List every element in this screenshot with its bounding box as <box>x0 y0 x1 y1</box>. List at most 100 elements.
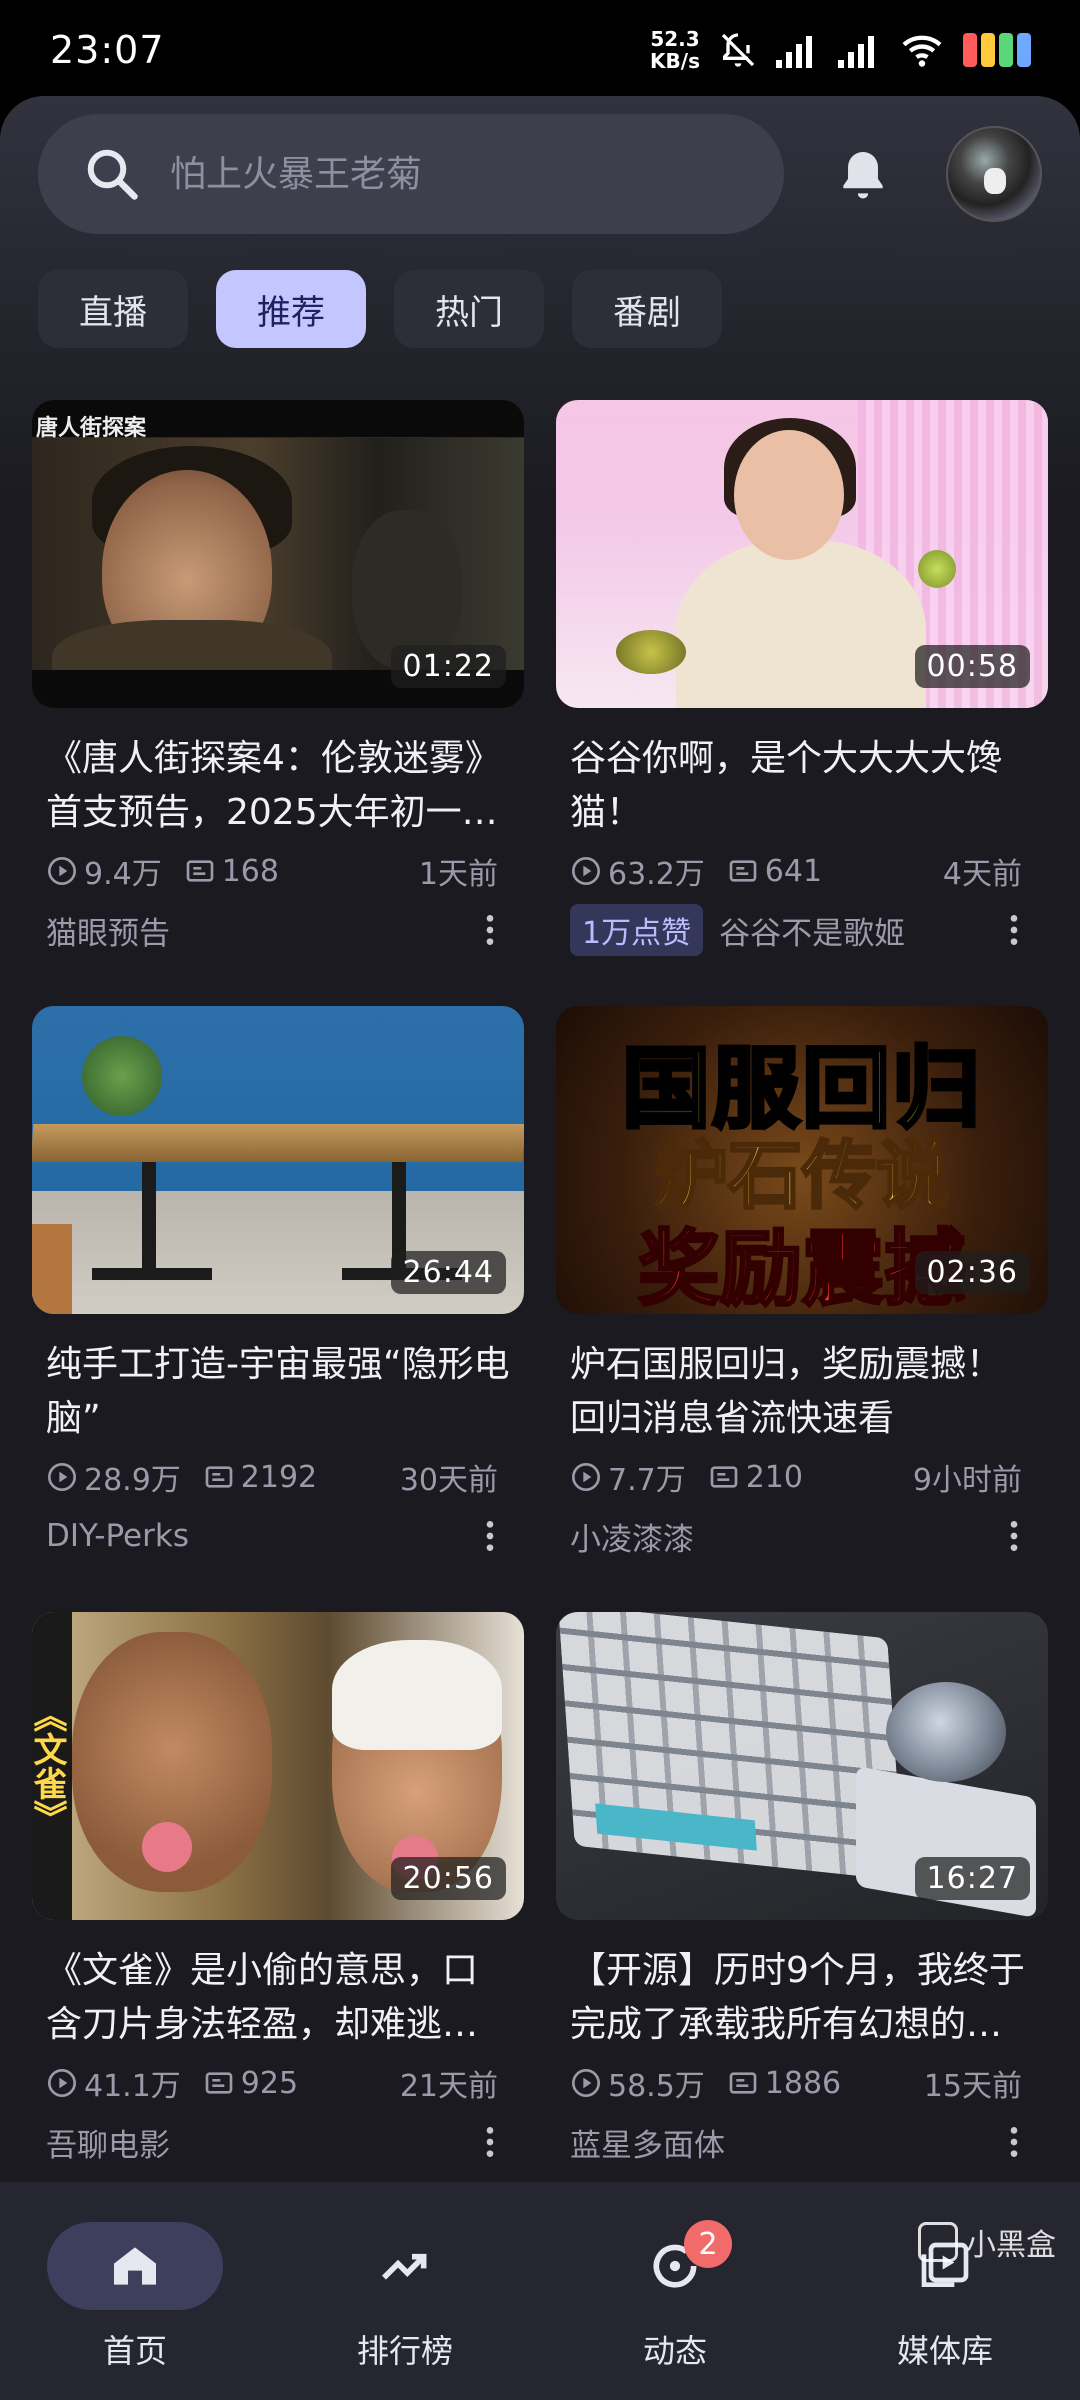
video-duration: 20:56 <box>390 1857 506 1900</box>
video-stats: 28.9万 2192 30天前 <box>32 1454 524 1500</box>
danmaku-icon <box>710 1466 738 1488</box>
more-options-icon[interactable] <box>994 2122 1034 2162</box>
app-surface: 直播 推荐 热门 番剧 唐人街探案 01:22 《唐人街探案4：伦敦迷雾》首支预… <box>0 96 1080 2400</box>
view-count: 7.7万 <box>608 1463 686 1498</box>
search-row <box>38 112 1042 236</box>
status-icons: 52.3 KB/s <box>650 28 1034 72</box>
video-title[interactable]: 纯手工打造-宇宙最强“隐形电脑” <box>32 1338 524 1446</box>
net-speed-unit: KB/s <box>650 49 700 73</box>
video-thumbnail[interactable]: 26:44 <box>32 1006 524 1314</box>
publish-time: 15天前 <box>923 2069 1022 2104</box>
comment-count: 210 <box>745 1459 803 1495</box>
author-name[interactable]: 小凌漆漆 <box>570 1514 694 1559</box>
video-thumbnail[interactable]: 唐人街探案 01:22 <box>32 400 524 708</box>
nav-ranking-pill <box>317 2222 493 2310</box>
tab-live[interactable]: 直播 <box>38 270 188 348</box>
search-input[interactable] <box>170 153 750 195</box>
watermark: 小黑盒 <box>918 2220 1056 2264</box>
view-count: 9.4万 <box>84 857 162 892</box>
video-stats: 58.5万 1886 15天前 <box>556 2060 1048 2106</box>
nav-home[interactable]: 首页 <box>0 2182 270 2400</box>
publish-time: 30天前 <box>399 1463 498 1498</box>
comment-count: 2192 <box>240 1459 318 1495</box>
author-row: DIY-Perks <box>32 1508 524 1564</box>
nav-library[interactable]: 媒体库 <box>810 2182 1080 2400</box>
video-stats: 41.1万 925 21天前 <box>32 2060 524 2106</box>
status-bar: 23:07 52.3 KB/s <box>0 0 1080 100</box>
play-count-icon <box>48 857 76 885</box>
video-title[interactable]: 《文雀》是小偷的意思，口含刀片身法轻盈，却难逃命运 <box>32 1944 524 2052</box>
video-card[interactable]: 26:44 纯手工打造-宇宙最强“隐形电脑” 28.9万 2192 30天前 D… <box>32 1006 524 1612</box>
nav-library-label: 媒体库 <box>896 2332 993 2370</box>
video-card[interactable]: 《文雀》 20:56 《文雀》是小偷的意思，口含刀片身法轻盈，却难逃命运 41.… <box>32 1612 524 2218</box>
video-title[interactable]: 【开源】历时9个月，我终于完成了承载我所有幻想的键盘 <box>556 1944 1048 2052</box>
video-stats: 7.7万 210 9小时前 <box>556 1454 1048 1500</box>
likes-badge: 1万点赞 <box>570 904 704 956</box>
danmaku-icon <box>205 2072 233 2094</box>
signal-icon <box>838 36 874 68</box>
video-title[interactable]: 炉石国服回归，奖励震撼！回归消息省流快速看 <box>556 1338 1048 1446</box>
author-name[interactable]: 蓝星多面体 <box>570 2120 725 2165</box>
video-duration: 00:58 <box>914 645 1030 688</box>
author-name[interactable]: DIY-Perks <box>46 1518 189 1554</box>
author-name[interactable]: 猫眼预告 <box>46 908 170 953</box>
author-name[interactable]: 吾聊电影 <box>46 2120 170 2165</box>
video-title[interactable]: 《唐人街探案4：伦敦迷雾》首支预告，2025大年初一上映 <box>32 732 524 840</box>
comment-count: 168 <box>221 853 279 889</box>
net-speed-value: 52.3 <box>650 27 700 51</box>
video-title[interactable]: 谷谷你啊，是个大大大大馋猫！ <box>556 732 1048 840</box>
battery-icon <box>963 33 1031 67</box>
video-thumbnail[interactable]: 16:27 <box>556 1612 1048 1920</box>
tab-recommended[interactable]: 推荐 <box>216 270 366 348</box>
nav-ranking[interactable]: 排行榜 <box>270 2182 540 2400</box>
video-duration: 16:27 <box>914 1857 1030 1900</box>
avatar[interactable] <box>946 126 1042 222</box>
view-count: 41.1万 <box>84 2069 181 2104</box>
author-row: 小凌漆漆 <box>556 1508 1048 1564</box>
play-count-icon <box>48 1463 76 1491</box>
thumbnail-logo-text: 唐人街探案 <box>36 416 147 441</box>
play-count-icon <box>572 2069 600 2097</box>
more-options-icon[interactable] <box>994 910 1034 950</box>
video-thumbnail[interactable]: 国服回归 炉石传说 奖励震撼 02:36 <box>556 1006 1048 1314</box>
play-count-icon <box>48 2069 76 2097</box>
play-count-icon <box>572 1463 600 1491</box>
more-options-icon[interactable] <box>470 910 510 950</box>
tab-popular[interactable]: 热门 <box>394 270 544 348</box>
video-card[interactable]: 16:27 【开源】历时9个月，我终于完成了承载我所有幻想的键盘 58.5万 1… <box>556 1612 1048 2218</box>
publish-time: 21天前 <box>399 2069 498 2104</box>
watermark-text: 小黑盒 <box>966 2228 1056 2263</box>
nav-home-pill <box>47 2222 223 2310</box>
video-card[interactable]: 唐人街探案 01:22 《唐人街探案4：伦敦迷雾》首支预告，2025大年初一上映… <box>32 400 524 1006</box>
author-row: 吾聊电影 <box>32 2114 524 2170</box>
video-thumbnail[interactable]: 《文雀》 20:56 <box>32 1612 524 1920</box>
nav-activity-label: 动态 <box>642 2332 707 2370</box>
nav-ranking-label: 排行榜 <box>356 2332 453 2370</box>
bell-icon[interactable] <box>832 143 894 205</box>
publish-time: 1天前 <box>418 857 498 892</box>
nav-home-label: 首页 <box>102 2332 167 2370</box>
search-icon[interactable] <box>82 144 142 204</box>
video-card[interactable]: 国服回归 炉石传说 奖励震撼 02:36 炉石国服回归，奖励震撼！回归消息省流快… <box>556 1006 1048 1612</box>
signal-icon <box>776 36 812 68</box>
status-time: 23:07 <box>50 28 165 72</box>
video-duration: 02:36 <box>914 1251 1030 1294</box>
publish-time: 4天前 <box>942 857 1022 892</box>
more-options-icon[interactable] <box>470 2122 510 2162</box>
more-options-icon[interactable] <box>470 1516 510 1556</box>
nav-activity[interactable]: 2 动态 <box>540 2182 810 2400</box>
search-box[interactable] <box>38 114 784 234</box>
video-feed: 唐人街探案 01:22 《唐人街探案4：伦敦迷雾》首支预告，2025大年初一上映… <box>32 400 1048 2218</box>
home-icon <box>114 2247 156 2285</box>
category-tabs: 直播 推荐 热门 番剧 <box>38 270 722 348</box>
video-card[interactable]: 00:58 谷谷你啊，是个大大大大馋猫！ 63.2万 641 4天前 1万点赞 … <box>556 400 1048 1006</box>
author-name[interactable]: 谷谷不是歌姬 <box>719 908 905 953</box>
notification-badge: 2 <box>684 2220 732 2268</box>
more-options-icon[interactable] <box>994 1516 1034 1556</box>
comment-count: 1886 <box>764 2065 842 2101</box>
video-thumbnail[interactable]: 00:58 <box>556 400 1048 708</box>
video-stats: 9.4万 168 1天前 <box>32 848 524 894</box>
tab-anime[interactable]: 番剧 <box>572 270 722 348</box>
bottom-navigation: 首页 排行榜 2 动态 媒体库 <box>0 2182 1080 2400</box>
comment-count: 925 <box>240 2065 299 2101</box>
